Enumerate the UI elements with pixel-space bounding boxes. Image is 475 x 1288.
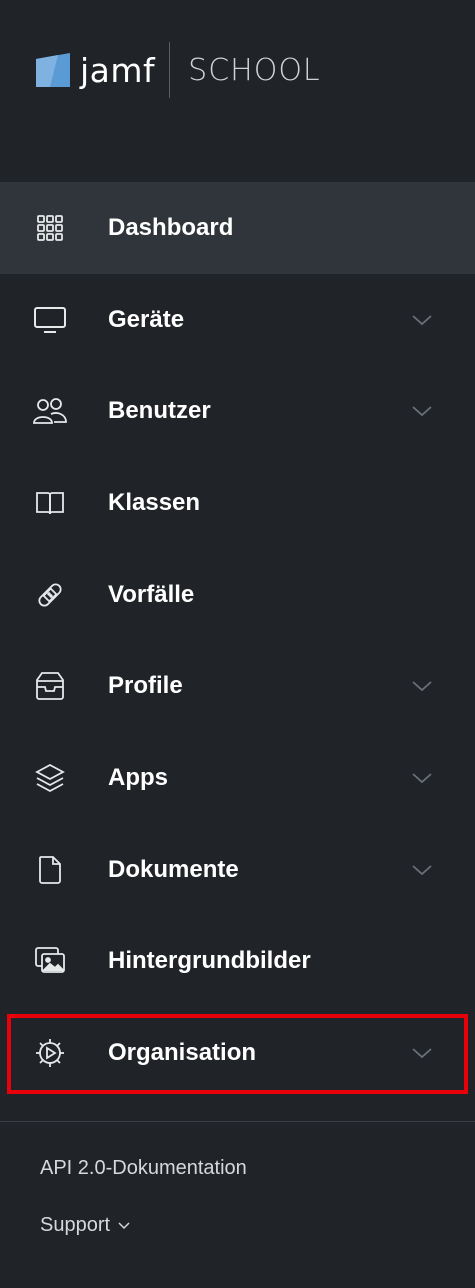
chevron-down-icon[interactable] — [411, 863, 433, 877]
nav-item-organisation[interactable]: Organisation — [0, 1007, 475, 1099]
nav-label-klassen: Klassen — [108, 488, 201, 516]
nav-item-dashboard[interactable]: Dashboard — [0, 182, 475, 274]
nav-label-dokumente: Dokumente — [108, 855, 239, 883]
users-icon — [32, 393, 68, 429]
nav-label-profile: Profile — [108, 672, 183, 700]
nav-label-organisation: Organisation — [108, 1039, 257, 1067]
images-icon — [32, 943, 68, 979]
nav-item-klassen[interactable]: Klassen — [0, 457, 475, 549]
chevron-down-icon — [118, 1221, 130, 1229]
chevron-down-icon[interactable] — [411, 404, 433, 418]
brand-divider — [169, 42, 171, 98]
grid-icon — [32, 210, 68, 246]
monitor-icon — [32, 302, 68, 338]
chevron-down-icon[interactable] — [411, 679, 433, 693]
nav-item-geraete[interactable]: Geräte — [0, 274, 475, 366]
brand-word: jamf — [80, 50, 156, 90]
nav-label-benutzer: Benutzer — [108, 397, 211, 425]
nav-item-dokumente[interactable]: Dokumente — [0, 824, 475, 916]
jamf-logo-icon — [36, 53, 70, 87]
nav-item-vorfaelle[interactable]: Vorfälle — [0, 549, 475, 641]
api-docs-link[interactable]: API 2.0-Dokumentation — [40, 1157, 247, 1180]
nav-label-apps: Apps — [108, 763, 168, 791]
nav-label-vorfaelle: Vorfälle — [108, 580, 195, 608]
sidebar: jamf SCHOOL Dashboard Geräte Benutzer Kl… — [0, 0, 475, 1288]
inbox-icon — [32, 668, 68, 704]
nav-label-geraete: Geräte — [108, 305, 185, 333]
chevron-down-icon[interactable] — [411, 1046, 433, 1060]
nav-label-dashboard: Dashboard — [108, 213, 234, 241]
brand-product: SCHOOL — [188, 52, 321, 88]
bandage-icon — [32, 577, 68, 613]
chevron-down-icon[interactable] — [411, 313, 433, 327]
gear-icon — [32, 1035, 68, 1071]
support-menu[interactable]: Support — [40, 1214, 130, 1237]
layers-icon — [32, 760, 68, 796]
nav-item-benutzer[interactable]: Benutzer — [0, 365, 475, 457]
book-icon — [32, 485, 68, 521]
nav-item-hintergrundbilder[interactable]: Hintergrundbilder — [0, 916, 475, 1008]
brand-logo[interactable]: jamf SCHOOL — [36, 42, 321, 98]
nav-item-profile[interactable]: Profile — [0, 640, 475, 732]
support-label: Support — [40, 1214, 111, 1236]
file-icon — [32, 852, 68, 888]
footer-divider — [0, 1121, 475, 1122]
nav-item-apps[interactable]: Apps — [0, 732, 475, 824]
main-nav: Dashboard Geräte Benutzer Klassen Vorfäl… — [0, 182, 475, 1099]
chevron-down-icon[interactable] — [411, 771, 433, 785]
nav-label-hintergrundbilder: Hintergrundbilder — [108, 947, 311, 975]
